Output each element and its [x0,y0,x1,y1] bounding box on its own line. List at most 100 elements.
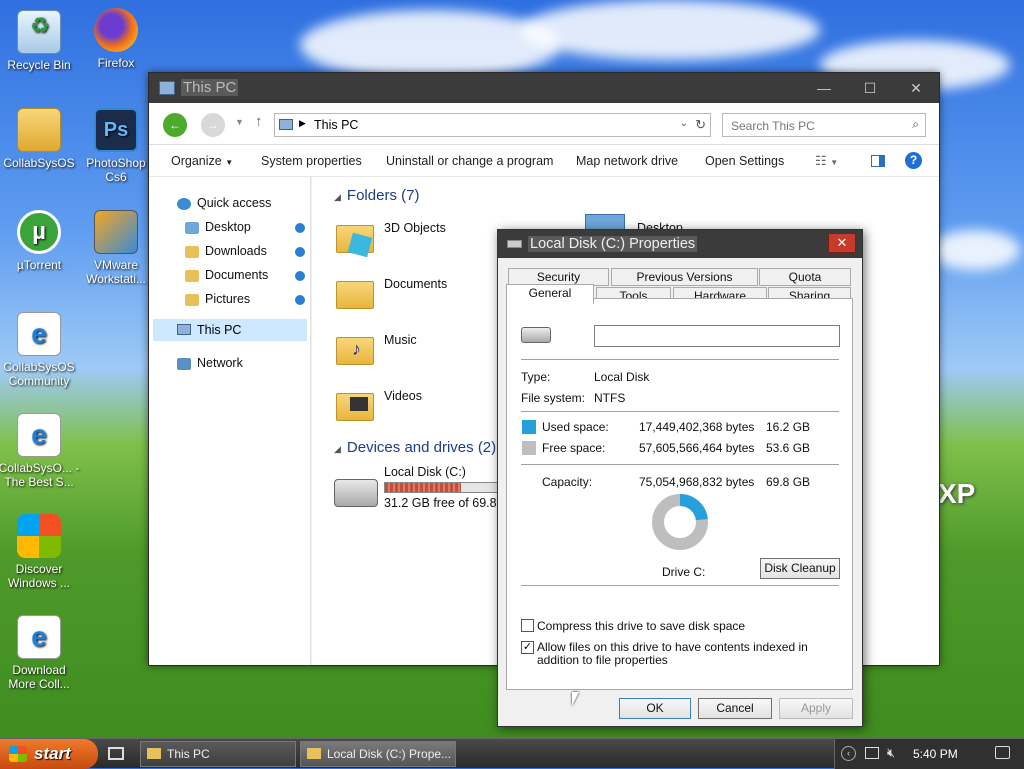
collapse-icon: ◢ [334,444,341,454]
desktop-icon-utorrent[interactable]: µ µTorrent [0,210,81,272]
nav-this-pc[interactable]: This PC [153,319,307,341]
desktop-icon-recycle-bin[interactable]: ♻ Recycle Bin [0,10,81,72]
separator [521,585,839,586]
pictures-folder-icon [185,293,199,306]
compress-label[interactable]: Compress this drive to save disk space [537,619,745,633]
folder-label[interactable]: Music [384,333,417,347]
uninstall-program-button[interactable]: Uninstall or change a program [386,154,553,168]
desktop-icon-label: Firefox [97,56,135,70]
mouse-cursor-icon [572,692,579,706]
desktop-icon-collabsysos[interactable]: CollabSysOS [0,108,81,170]
view-options-icon[interactable]: ☷ ▼ [815,153,838,169]
preview-pane-icon[interactable] [871,155,885,167]
drive-name[interactable]: Local Disk (C:) [384,465,466,479]
desktop-icon-collabsysos-best[interactable]: e CollabSysO... - The Best S... [0,413,81,489]
address-bar-row: ← → ▼ ↑ ▶ This PC ⌄ ↻ Search This PC ⌕ [149,103,939,145]
drive-usage-fill [385,483,462,492]
nav-network[interactable]: Network [177,356,243,370]
tab-quota[interactable]: Quota [759,268,851,286]
documents-folder-icon[interactable] [334,273,376,311]
desktop-icon-download-more[interactable]: e Download More Coll... [0,615,81,691]
taskbar-task-properties[interactable]: Local Disk (C:) Prope... [300,741,456,767]
address-field[interactable]: ▶ This PC ⌄ ↻ [274,113,711,137]
up-arrow-icon[interactable]: ↑ [255,113,263,130]
map-network-drive-button[interactable]: Map network drive [576,154,678,168]
drive-letter-label: Drive C: [662,565,706,579]
explorer-titlebar[interactable]: This PC — ☐ ✕ [149,73,939,103]
disk-usage-donut [652,494,708,550]
cancel-button[interactable]: Cancel [698,698,772,719]
open-settings-button[interactable]: Open Settings [705,154,784,168]
desktop-icon-vmware[interactable]: VMware Workstati... [74,210,158,286]
capacity-bytes: 75,054,968,832 bytes [639,475,755,489]
task-view-icon[interactable] [108,747,124,760]
taskbar-task-this-pc[interactable]: This PC [140,741,296,767]
nav-quick-access[interactable]: Quick access [177,196,271,210]
volume-muted-icon[interactable]: 🔇︎ [887,745,895,761]
pin-icon[interactable] [295,295,305,305]
index-label[interactable]: Allow files on this drive to have conten… [537,641,842,667]
3d-objects-folder-icon[interactable] [334,217,376,258]
forward-button[interactable]: → [201,113,225,137]
search-input[interactable]: Search This PC ⌕ [722,113,926,137]
ok-button[interactable]: OK [619,698,691,719]
nav-documents[interactable]: Documents [185,268,268,282]
used-space-label: Used space: [542,420,609,434]
pin-icon[interactable] [295,223,305,233]
devices-header[interactable]: ◢ Devices and drives (2) [334,439,496,456]
start-button[interactable]: start [0,739,98,769]
back-button[interactable]: ← [163,113,187,137]
recent-locations-icon[interactable]: ▼ [235,117,244,127]
nav-pictures[interactable]: Pictures [185,292,250,306]
navigation-pane: Quick access Desktop Downloads Documents… [149,177,311,665]
folder-label[interactable]: Videos [384,389,422,403]
desktop-icon-discover-windows[interactable]: Discover Windows ... [0,514,81,590]
folder-document-icon [17,108,61,152]
windows-logo-icon [17,514,61,558]
chevron-down-icon[interactable]: ⌄ [680,118,688,129]
folder-label[interactable]: 3D Objects [384,221,446,235]
organize-button[interactable]: Organize ▼ [171,154,233,168]
network-icon[interactable] [865,747,879,759]
downloads-folder-icon [185,245,199,258]
hard-drive-icon[interactable] [334,479,378,507]
chevron-right-icon: ▶ [299,118,306,128]
pin-icon[interactable] [295,247,305,257]
desktop-icon-firefox[interactable]: Firefox [74,8,158,70]
desktop-folder-icon[interactable] [585,214,625,230]
close-button[interactable]: ✕ [893,73,939,103]
desktop-icon-label: CollabSysOS Community [3,360,75,388]
dialog-titlebar[interactable]: Local Disk (C:) Properties ✕ [498,230,862,258]
system-properties-button[interactable]: System properties [261,154,362,168]
pin-icon[interactable] [295,271,305,281]
clock[interactable]: 5:40 PM [913,747,958,761]
hard-drive-icon [521,327,551,343]
tab-previous-versions[interactable]: Previous Versions [611,268,758,286]
type-value: Local Disk [594,370,650,384]
notifications-icon[interactable] [995,746,1010,759]
refresh-icon[interactable]: ↻ [695,117,706,133]
this-pc-icon [279,119,293,130]
help-icon[interactable]: ? [905,152,922,169]
desktop-icon-photoshop[interactable]: Ps PhotoShop Cs6 [74,108,158,184]
desktop-icon-collabsysos-community[interactable]: e CollabSysOS Community [0,312,81,388]
compress-checkbox[interactable] [521,619,534,632]
maximize-button[interactable]: ☐ [847,73,893,103]
nav-desktop[interactable]: Desktop [185,220,251,234]
index-checkbox[interactable]: ✓ [521,641,534,654]
chevron-left-icon[interactable]: ‹ [841,746,856,761]
dialog-close-button[interactable]: ✕ [828,233,856,253]
videos-folder-icon[interactable] [334,385,376,423]
drive-name-input[interactable] [594,325,840,347]
music-folder-icon[interactable]: ♪ [334,329,376,367]
free-space-bytes: 57,605,566,464 bytes [639,441,755,455]
nav-downloads[interactable]: Downloads [185,244,267,258]
minimize-button[interactable]: — [801,73,847,103]
folders-header[interactable]: ◢ Folders (7) [334,187,419,204]
apply-button[interactable]: Apply [779,698,853,719]
separator [521,464,839,465]
folder-icon [147,748,161,759]
disk-cleanup-button[interactable]: Disk Cleanup [760,558,840,579]
folder-label[interactable]: Documents [384,277,447,291]
tab-general[interactable]: General [506,284,594,304]
